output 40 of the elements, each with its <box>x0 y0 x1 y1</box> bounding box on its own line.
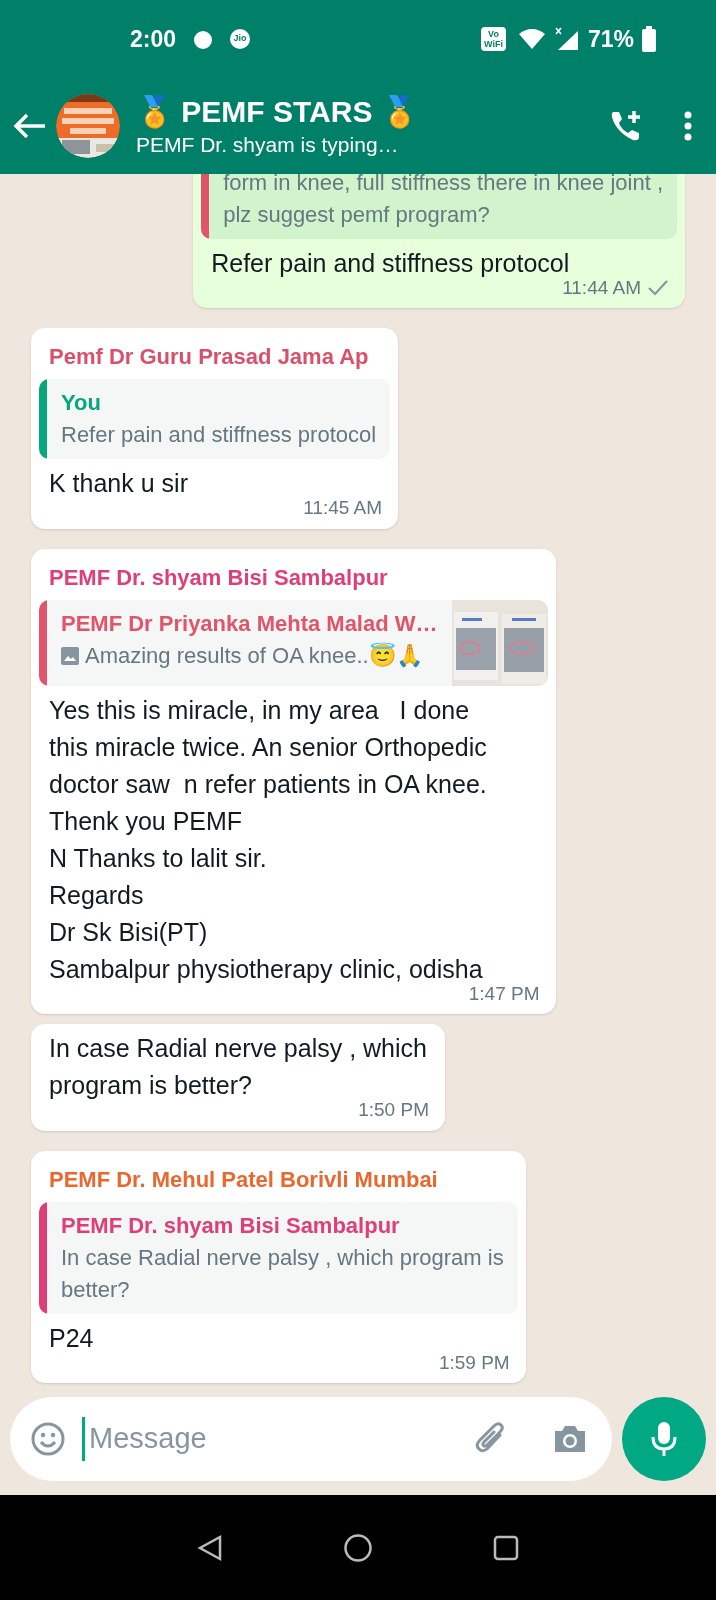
alarm-icon <box>192 29 215 49</box>
camera-icon[interactable] <box>552 1423 588 1455</box>
sent-check-icon <box>647 278 669 297</box>
battery-icon <box>642 26 656 52</box>
quote-author: PEMF Dr Priyanka Mehta Malad W… <box>61 609 438 638</box>
quote-author: You <box>61 389 102 417</box>
message-input[interactable]: Message <box>82 1417 474 1461</box>
message-time: 1:50 PM <box>358 1098 429 1122</box>
message-input-field[interactable]: Message <box>10 1397 612 1481</box>
message-time: 1:59 PM <box>438 1350 510 1375</box>
sender-name: PEMF Dr. Mehul Patel Borivli Mumbai <box>48 1165 439 1194</box>
photo-icon <box>61 646 79 665</box>
back-nav-icon[interactable] <box>197 1533 223 1562</box>
message-time: 11:45 AM <box>303 496 383 520</box>
sender-name: Pemf Dr Guru Prasad Jama Ap <box>48 343 370 371</box>
quote-text: form in knee, full stiffness there in knee joint , plz suggest pemf program? <box>223 174 663 229</box>
sender-name: PEMF Dr. shyam Bisi Sambalpur <box>48 563 389 592</box>
microphone-icon <box>651 1420 677 1458</box>
battery-percentage: 71% <box>587 24 634 54</box>
quote-text: Refer pain and stiffness protocol <box>61 421 377 449</box>
quote-text: In case Radial nerve palsy , which program is better? <box>61 1243 504 1304</box>
quote-author: PEMF Dr. shyam Bisi Sambalpur <box>61 1211 401 1240</box>
message-text: K thank u sir <box>48 468 189 499</box>
message-text: In case Radial nerve palsy , which program is better? <box>48 1033 428 1101</box>
emoji-icon[interactable] <box>30 1421 66 1457</box>
signal-icon <box>553 27 580 51</box>
message-time: 11:44 AM <box>562 276 641 300</box>
quote-text: Amazing results of OA knee..😇🙏 <box>85 641 423 670</box>
group-title[interactable]: 🏅 PEMF STARS 🏅 <box>136 93 418 131</box>
message-text: P24 <box>48 1322 95 1354</box>
recents-nav-icon[interactable] <box>493 1534 519 1561</box>
wifi-calling-badge: Vo WiFi <box>481 27 506 51</box>
wifi-icon <box>517 28 546 50</box>
status-time: 2:00 <box>130 24 177 54</box>
message-text: Refer pain and stiffness protocol <box>210 247 571 279</box>
more-options-icon[interactable] <box>684 111 692 141</box>
back-arrow-icon[interactable] <box>12 111 48 141</box>
home-nav-icon[interactable] <box>343 1532 373 1563</box>
carrier-badge: Jio <box>230 29 251 49</box>
typing-status: PEMF Dr. shyam is typing… <box>136 132 400 158</box>
